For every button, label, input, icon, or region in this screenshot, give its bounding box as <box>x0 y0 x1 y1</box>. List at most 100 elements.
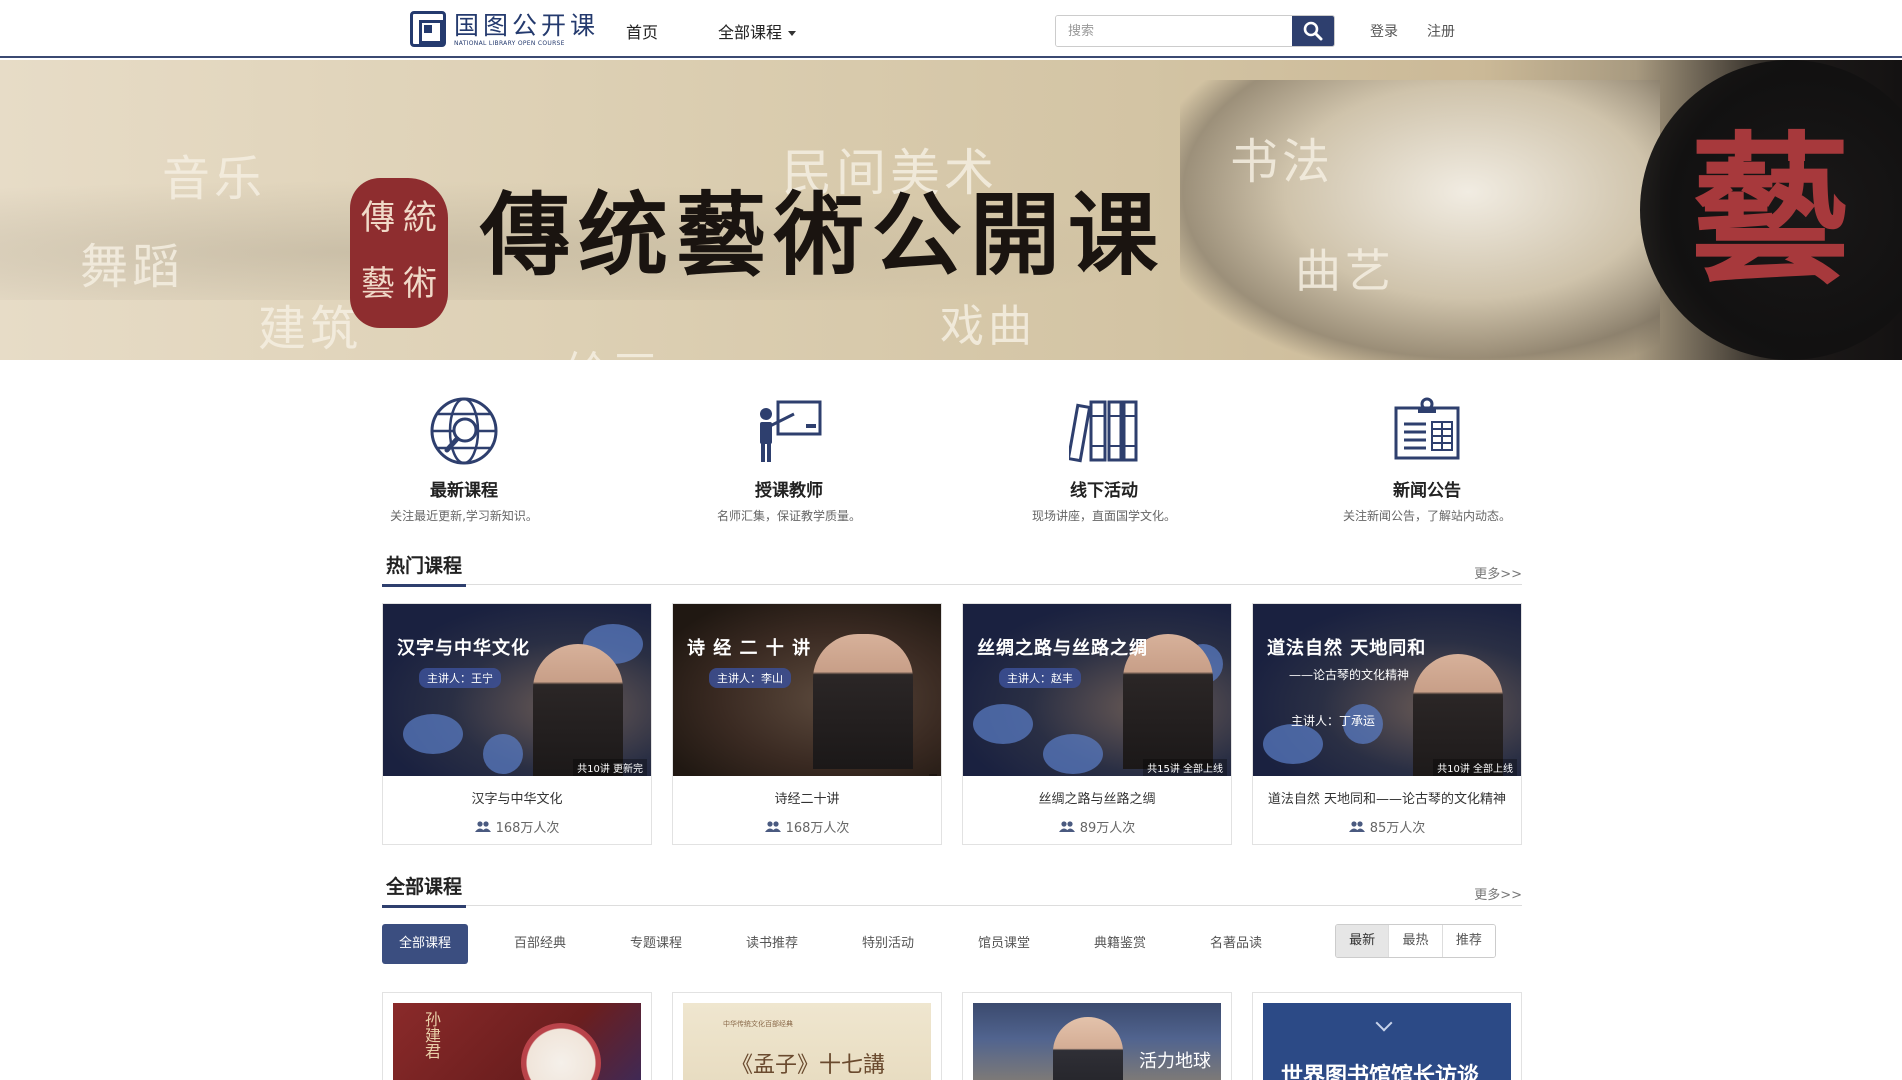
clipboard-news-icon <box>1394 397 1460 460</box>
course-thumbnail: 世界图书馆馆长访谈 <box>1263 1003 1511 1080</box>
views-count: 89万人次 <box>1079 821 1136 836</box>
thumb-lecture-count: 共15讲 全部上线 <box>1143 759 1227 776</box>
course-card[interactable]: 世界图书馆馆长访谈 <box>1252 992 1522 1080</box>
thumb-lecturer: 主讲人：赵丰 <box>999 668 1081 688</box>
course-thumbnail: 道法自然 天地同和 ——论古琴的文化精神 主讲人：丁承运 共10讲 全部上线 <box>1253 604 1521 776</box>
teacher-board-icon <box>760 400 822 462</box>
banner-title: 傳统藝術公開课 <box>480 182 1166 288</box>
people-icon <box>1058 820 1075 832</box>
banner-big-character: 藝 <box>1690 116 1851 304</box>
thumb-title: 丝绸之路与丝路之绸 <box>977 638 1148 659</box>
nav-all-courses-label: 全部课程 <box>718 23 783 42</box>
search-button[interactable] <box>1292 16 1334 46</box>
lecturer-figure <box>1413 654 1503 776</box>
course-name: 诗经二十讲 <box>774 792 840 807</box>
login-link[interactable]: 登录 <box>1370 21 1398 41</box>
banner-keyword-dance: 舞蹈 <box>80 239 185 295</box>
feature-title: 最新课程 <box>430 481 498 501</box>
seal-char: 術 <box>403 264 437 304</box>
all-courses-header: 全部课程 更多>> <box>382 866 1522 908</box>
thumb-subtitle: 中华传统文化百部经典 <box>723 1020 793 1028</box>
thumb-lecturer: 主讲人：李山 <box>709 668 791 688</box>
register-link[interactable]: 注册 <box>1427 21 1455 41</box>
course-thumbnail: 汉字与中华文化 主讲人：王宁 共10讲 更新完 <box>383 604 651 776</box>
course-views: 168万人次 <box>673 817 941 836</box>
sort-hottest-button[interactable]: 最热 <box>1389 925 1443 957</box>
banner-keyword-painting: 绘画 <box>565 352 661 361</box>
books-icon <box>1069 400 1138 463</box>
course-card[interactable]: 汉字与中华文化 主讲人：王宁 共10讲 更新完 汉字与中华文化 168万人次 <box>382 603 652 845</box>
feature-title: 线下活动 <box>1070 481 1138 501</box>
feature-desc: 名师汇集，保证教学质量。 <box>716 509 861 523</box>
views-count: 168万人次 <box>495 821 560 836</box>
course-card[interactable]: 活力地球 <box>962 992 1232 1080</box>
nav-all-courses[interactable]: 全部课程 <box>718 19 797 43</box>
feature-desc: 现场讲座，直面国学文化。 <box>1031 509 1176 523</box>
course-name: 道法自然 天地同和——论古琴的文化精神 <box>1267 792 1507 807</box>
course-thumbnail: 活力地球 <box>973 1003 1221 1080</box>
feature-news[interactable]: 新闻公告 关注新闻公告，了解站内动态。 <box>1297 396 1557 524</box>
globe-search-icon <box>430 397 498 465</box>
thumb-lecture-count: 共10讲 更新完 <box>573 759 647 776</box>
course-thumbnail: 丝绸之路与丝路之绸 主讲人：赵丰 共15讲 全部上线 <box>963 604 1231 776</box>
people-icon <box>474 820 491 832</box>
thumb-title: 活力地球 <box>1139 1051 1211 1072</box>
sort-recommended-button[interactable]: 推荐 <box>1442 925 1495 957</box>
category-tab-book-recommend[interactable]: 读书推荐 <box>729 924 815 964</box>
caret-down-icon <box>788 31 797 36</box>
banner-keyword-architecture: 建筑 <box>258 301 363 357</box>
hot-courses-header: 热门课程 更多>> <box>382 545 1522 587</box>
banner-mountain <box>1180 80 1660 360</box>
course-card[interactable]: 丝绸之路与丝路之绸 主讲人：赵丰 共15讲 全部上线 丝绸之路与丝路之绸 89万… <box>962 603 1232 845</box>
thumb-title: 诗 经 二 十 讲 <box>687 638 812 659</box>
people-icon <box>764 820 781 832</box>
nav-home[interactable]: 首页 <box>626 19 658 43</box>
course-card[interactable]: 道法自然 天地同和 ——论古琴的文化精神 主讲人：丁承运 共10讲 全部上线 道… <box>1252 603 1522 845</box>
lecturer-figure <box>533 644 623 776</box>
banner-keyword-quyi: 曲艺 <box>1295 244 1395 298</box>
feature-title: 授课教师 <box>755 481 823 501</box>
category-tab-librarian-class[interactable]: 馆员课堂 <box>961 924 1047 964</box>
feature-desc: 关注新闻公告，了解站内动态。 <box>1342 509 1511 523</box>
banner-keyword-music: 音乐 <box>162 151 267 207</box>
feature-teachers[interactable]: 授课教师 名师汇集，保证教学质量。 <box>659 396 919 524</box>
seal-char: 統 <box>403 198 437 238</box>
thumb-lecturer: 主讲人：丁承运 <box>1291 714 1376 728</box>
search-input[interactable] <box>1056 16 1292 46</box>
logo-subtitle: NATIONAL LIBRARY OPEN COURSE <box>454 39 565 47</box>
chevron-down-icon <box>1375 1014 1393 1032</box>
course-card[interactable]: 诗 经 二 十 讲 主讲人：李山 诗经二十讲 168万人次 <box>672 603 942 845</box>
course-name: 丝绸之路与丝路之绸 <box>1038 792 1156 807</box>
doll-figure <box>521 1023 601 1080</box>
category-tab-ancient-books[interactable]: 典籍鉴赏 <box>1077 924 1163 964</box>
course-thumbnail: 孙建君 <box>393 1003 641 1080</box>
category-tab-special-events[interactable]: 特别活动 <box>845 924 931 964</box>
feature-desc: 关注最近更新,学习新知识。 <box>390 509 538 523</box>
category-tab-masterpieces[interactable]: 名著品读 <box>1193 924 1279 964</box>
thumb-title: 世界图书馆馆长访谈 <box>1281 1063 1480 1080</box>
category-tab-all[interactable]: 全部课程 <box>382 924 468 964</box>
more-link[interactable]: 更多>> <box>1474 563 1522 582</box>
hero-banner[interactable]: 藝 音乐 舞蹈 建筑 绘画 民间美术 戏曲 书法 曲艺 傳 統 藝 術 傳统藝術… <box>0 60 1902 360</box>
thumb-title: 道法自然 天地同和 <box>1267 638 1427 659</box>
course-thumbnail: 诗 经 二 十 讲 主讲人：李山 <box>673 604 941 776</box>
category-tab-topics[interactable]: 专题课程 <box>613 924 699 964</box>
course-card[interactable]: 中华传统文化百部经典 《孟子》十七講 <box>672 992 942 1080</box>
more-link[interactable]: 更多>> <box>1474 884 1522 903</box>
top-header: 国图公开课 NATIONAL LIBRARY OPEN COURSE 首页 全部… <box>0 0 1902 58</box>
feature-latest-courses[interactable]: 最新课程 关注最近更新,学习新知识。 <box>334 396 594 524</box>
people-icon <box>1348 820 1365 832</box>
views-count: 85万人次 <box>1369 821 1426 836</box>
feature-offline-events[interactable]: 线下活动 现场讲座，直面国学文化。 <box>974 396 1234 524</box>
thumb-title: 孙建君 <box>422 1011 441 1059</box>
site-logo[interactable]: 国图公开课 NATIONAL LIBRARY OPEN COURSE <box>410 8 599 50</box>
sort-newest-button[interactable]: 最新 <box>1336 925 1390 957</box>
logo-title: 国图公开课 <box>454 10 600 40</box>
course-views: 168万人次 <box>383 817 651 836</box>
thumb-lecture-count: 共10讲 全部上线 <box>1433 759 1517 776</box>
course-thumbnail: 中华传统文化百部经典 《孟子》十七講 <box>683 1003 931 1080</box>
course-name: 汉字与中华文化 <box>471 792 563 807</box>
course-card[interactable]: 孙建君 <box>382 992 652 1080</box>
section-title: 热门课程 <box>382 551 467 587</box>
category-tab-classics[interactable]: 百部经典 <box>497 924 583 964</box>
